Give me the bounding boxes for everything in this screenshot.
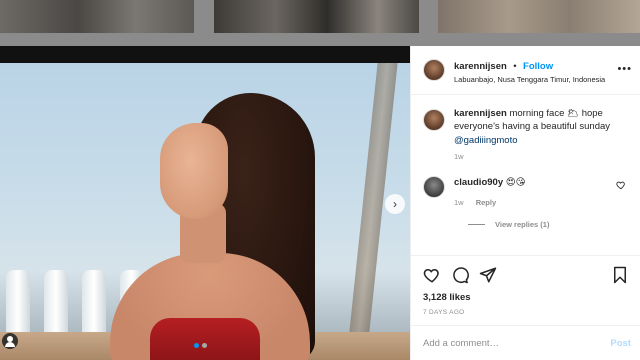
grid-thumbnail[interactable] [0,0,194,33]
likes-count[interactable]: 3,128 likes [423,292,629,303]
chevron-right-icon[interactable]: › [385,194,405,214]
post-actions: 3,128 likes 7 DAYS AGO [411,255,640,316]
post-header: karennijsen • Follow Labuanbajo, Nusa Te… [411,46,640,95]
caption-time[interactable]: 1w [454,152,624,163]
view-replies-button[interactable]: View replies (1) [468,220,628,229]
post-photo[interactable]: › [0,46,410,360]
more-horizontal-icon[interactable]: ••• [617,63,632,75]
reply-button[interactable]: Reply [476,198,496,207]
follow-button[interactable]: Follow [523,61,553,72]
grid-thumbnail[interactable] [438,0,640,33]
add-comment-bar: Post [411,325,640,360]
view-replies-label: View replies (1) [495,220,550,230]
heart-icon[interactable] [423,266,441,284]
avatar[interactable] [423,176,445,199]
background-grid [0,0,640,46]
comment-time[interactable]: 1w [454,198,464,207]
bookmark-icon[interactable] [611,266,629,284]
comment-input[interactable] [423,337,611,349]
comment-icon[interactable] [451,266,469,284]
comment-item: claudio90y 😍😘 1w Reply [423,176,628,208]
caption-mention[interactable]: @gadiiingmoto [454,135,518,146]
post-date[interactable]: 7 DAYS AGO [423,309,629,316]
caption: karennijsen morning face 🌥 hope everyone… [423,107,628,162]
post-username[interactable]: karennijsen [454,61,507,72]
carousel-dot-active [194,343,199,348]
comment-username[interactable]: claudio90y [454,177,503,188]
grid-thumbnail[interactable] [214,0,419,33]
avatar[interactable] [423,59,445,81]
photo-image [0,63,410,360]
carousel-dots [194,343,207,348]
comment-text: 😍😘 [503,177,526,189]
caption-username[interactable]: karennijsen [454,108,507,119]
avatar[interactable] [423,109,445,131]
post-modal: › karennijsen • Follow Labuanbajo, Nusa … [0,46,640,360]
separator: • [513,61,517,73]
carousel-dot [202,343,207,348]
post-button[interactable]: Post [610,338,631,349]
user-tag-icon[interactable] [2,333,18,349]
share-icon[interactable] [479,266,497,284]
post-location[interactable]: Labuanbajo, Nusa Tenggara Timur, Indones… [454,75,605,84]
heart-icon[interactable] [616,180,626,190]
post-sidebar: karennijsen • Follow Labuanbajo, Nusa Te… [410,46,640,360]
